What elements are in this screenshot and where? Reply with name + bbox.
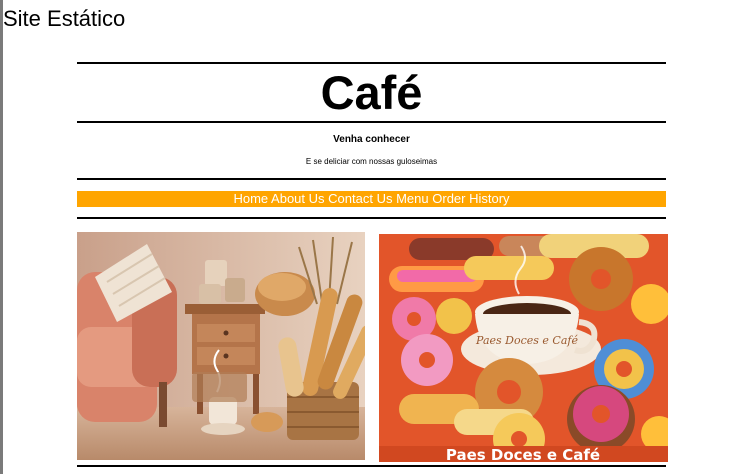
nav-link-home[interactable]: Home <box>233 191 268 206</box>
tagline: Venha conhecer <box>333 134 410 145</box>
divider-bottom <box>77 465 666 467</box>
poster-banner-text: Paes Doces e Café <box>446 446 600 462</box>
divider-top <box>77 62 666 64</box>
divider-above-nav <box>77 178 666 180</box>
mug-text: Paes Doces e Café <box>475 334 578 347</box>
subtagline: E se deliciar com nossas guloseimas <box>305 157 438 166</box>
cafe-interior-image <box>77 232 365 460</box>
window-left-edge <box>0 0 3 474</box>
donuts-coffee-image: Paes Doces e Café Paes Doces e Café <box>379 234 668 462</box>
nav-link-order-history[interactable]: Order History <box>432 191 509 206</box>
nav-link-menu[interactable]: Menu <box>396 191 429 206</box>
nav-link-contact-us[interactable]: Contact Us <box>328 191 392 206</box>
divider-below-title <box>77 121 666 123</box>
page-title: Café <box>320 66 423 119</box>
nav-link-about-us[interactable]: About Us <box>271 191 324 206</box>
navbar: Home About Us Contact Us Menu Order Hist… <box>77 191 666 207</box>
main-container: Café Venha conhecer E se deliciar com no… <box>77 0 668 474</box>
divider-below-nav <box>77 217 666 219</box>
